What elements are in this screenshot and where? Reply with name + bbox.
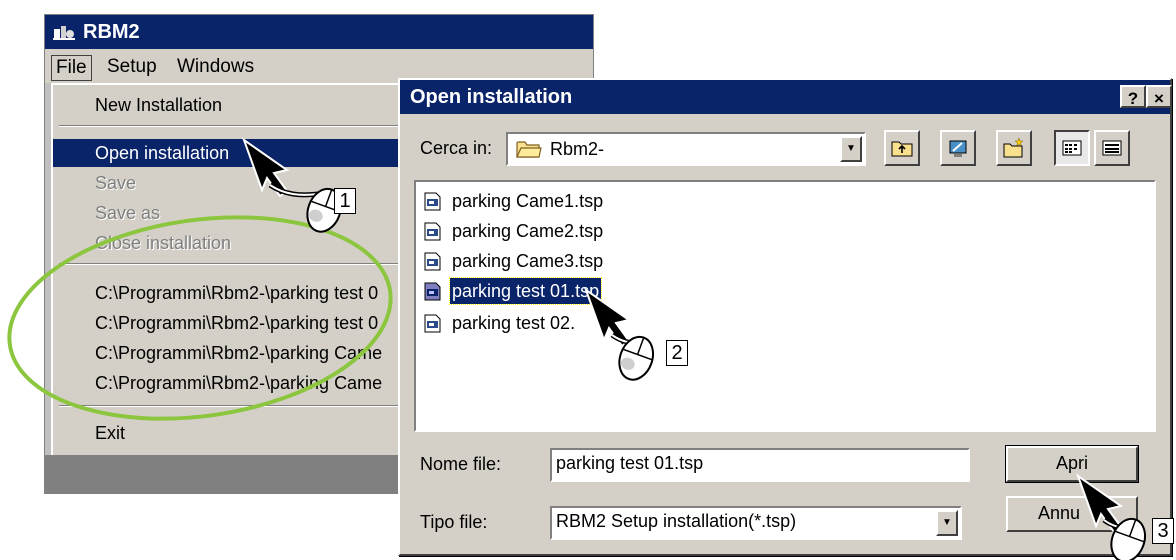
up-folder-button[interactable]	[884, 130, 920, 166]
file-type-label: Tipo file:	[420, 512, 488, 532]
file-type-select[interactable]: RBM2 Setup installation(*.tsp) ▼	[550, 506, 962, 540]
step-badge-2: 2	[666, 340, 688, 366]
main-title: RBM2	[83, 21, 140, 43]
app-icon	[53, 26, 75, 40]
tsp-file-icon	[424, 192, 441, 211]
file-list[interactable]: parking Came1.tsp parking Came2.tsp park…	[414, 180, 1156, 432]
menu-setup[interactable]: Setup	[103, 55, 161, 79]
look-in-dropdown-button[interactable]: ▼	[840, 136, 862, 162]
folder-icon	[516, 141, 542, 158]
file-name: parking Came3.tsp	[452, 251, 604, 271]
main-title-bar: RBM2	[45, 15, 593, 49]
desktop-button[interactable]	[940, 130, 976, 166]
look-in-value: Rbm2-	[550, 139, 605, 159]
tsp-file-icon	[424, 222, 441, 241]
desktop-icon	[949, 140, 967, 157]
list-view-icon	[1062, 140, 1082, 156]
file-name: parking Came1.tsp	[452, 191, 604, 211]
step-badge-3: 3	[1152, 518, 1174, 544]
file-name: parking test 02.	[452, 313, 576, 333]
cancel-button[interactable]: Annu	[1006, 496, 1138, 532]
tsp-file-icon	[424, 282, 441, 301]
close-button[interactable]: ×	[1146, 85, 1172, 108]
file-name: parking test 01.tsp	[448, 277, 603, 305]
tsp-file-icon	[424, 252, 441, 271]
help-button[interactable]: ?	[1120, 85, 1146, 108]
menu-windows[interactable]: Windows	[173, 55, 258, 79]
file-type-dropdown-button[interactable]: ▼	[936, 510, 958, 536]
list-view-button[interactable]	[1054, 130, 1090, 166]
dialog-title-bar: Open installation ? ×	[400, 80, 1172, 114]
look-in-combo[interactable]: Rbm2- ▼	[506, 132, 866, 166]
tsp-file-icon	[424, 314, 441, 333]
file-name-label: Nome file:	[420, 454, 502, 474]
look-in-label: Cerca in:	[420, 138, 493, 158]
menu-file[interactable]: File	[51, 55, 92, 81]
dialog-title: Open installation	[410, 86, 573, 108]
open-button[interactable]: Apri	[1005, 445, 1139, 483]
details-view-button[interactable]	[1094, 130, 1130, 166]
new-folder-button[interactable]	[996, 130, 1032, 166]
step-badge-1: 1	[334, 188, 356, 214]
up-folder-icon	[891, 141, 913, 157]
new-folder-icon	[1003, 137, 1024, 158]
file-name: parking Came2.tsp	[452, 221, 604, 241]
file-type-value: RBM2 Setup installation(*.tsp)	[556, 511, 797, 531]
file-name-field[interactable]: parking test 01.tsp	[550, 448, 970, 482]
open-installation-dialog: Open installation ? × Cerca in: Rbm2- ▼	[398, 78, 1172, 556]
details-view-icon	[1102, 140, 1122, 156]
